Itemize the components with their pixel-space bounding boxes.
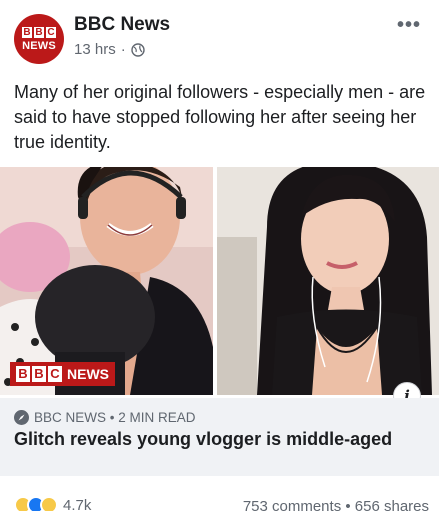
more-options-icon[interactable]: ••• [397, 14, 421, 37]
meta-separator: · [120, 41, 126, 58]
globe-icon [131, 42, 145, 57]
reaction-summary[interactable]: 4.7k [14, 496, 91, 511]
photo-before-art [0, 167, 213, 395]
tag-block-2: B [32, 366, 46, 382]
link-headline[interactable]: Glitch reveals young vlogger is middle-a… [14, 429, 392, 450]
wow-reaction-icon [40, 496, 58, 511]
compass-icon [14, 410, 29, 425]
avatar-block-1: B [22, 26, 32, 38]
page-name[interactable]: BBC News [74, 14, 170, 36]
bbc-news-avatar[interactable]: B B C NEWS [14, 14, 64, 64]
link-source: BBC NEWS • 2 MIN READ [14, 410, 196, 425]
tag-news-text: NEWS [67, 366, 109, 382]
link-source-text: BBC NEWS • 2 MIN READ [34, 410, 196, 425]
tag-block-3: C [48, 366, 62, 382]
post-image[interactable]: B B C NEWS i [0, 167, 439, 410]
post-meta: 13 hrs · [74, 41, 145, 58]
avatar-logo-blocks: B B C [22, 26, 56, 38]
avatar-news-text: NEWS [22, 39, 56, 52]
avatar-block-2: B [34, 26, 44, 38]
photo-before: B B C NEWS [0, 167, 213, 395]
post-caption: Many of her original followers - especia… [14, 82, 426, 152]
reaction-count: 4.7k [63, 496, 92, 511]
tag-block-1: B [16, 366, 30, 382]
photo-after [217, 167, 439, 395]
comment-share-counts[interactable]: 753 comments • 656 shares [243, 498, 429, 511]
avatar-block-3: C [46, 26, 56, 38]
bbc-news-tag: B B C NEWS [10, 362, 115, 386]
post-header: B B C NEWS BBC News 13 hrs · ••• [0, 0, 439, 70]
link-preview[interactable]: BBC NEWS • 2 MIN READ Glitch reveals you… [0, 398, 439, 476]
photo-after-art [217, 167, 439, 395]
post-timestamp[interactable]: 13 hrs [74, 41, 116, 58]
